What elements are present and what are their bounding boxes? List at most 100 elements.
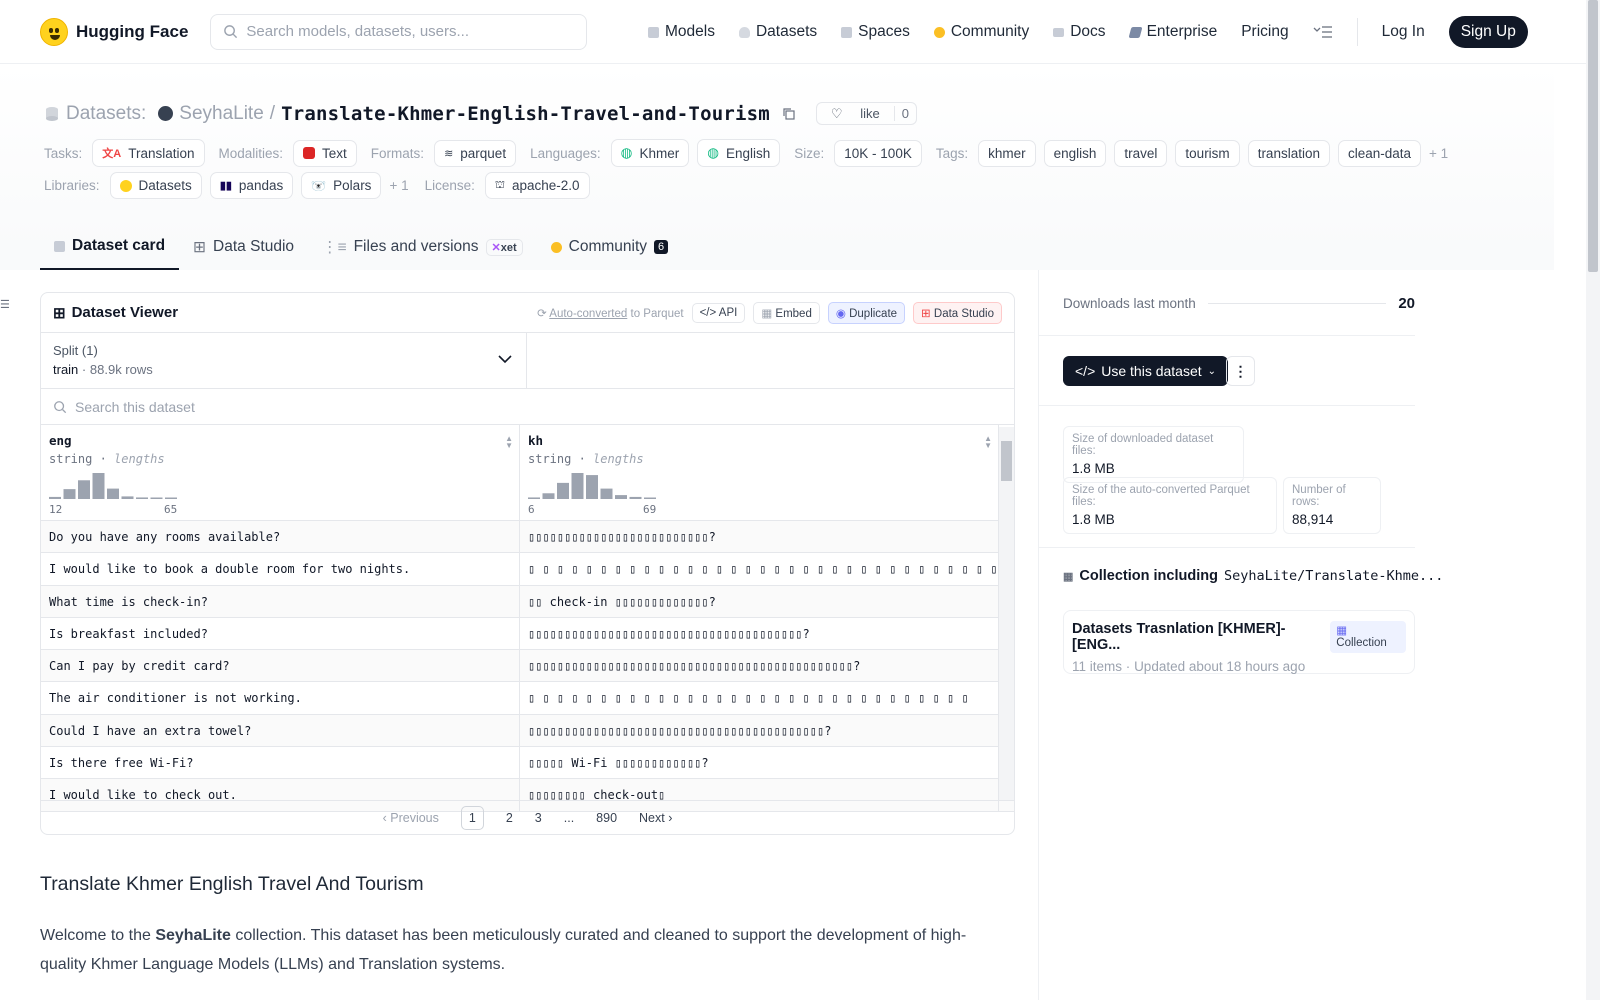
table-scrollbar[interactable]	[999, 427, 1014, 801]
tag-chip-translation[interactable]: translation	[1247, 139, 1330, 167]
nav-models[interactable]: Models	[648, 23, 715, 41]
login-button[interactable]: Log In	[1382, 23, 1425, 41]
table-row[interactable]: I would like to book a double room for t…	[41, 553, 1014, 586]
library-chip-polars[interactable]: 🐻‍❄ Polars	[301, 172, 382, 199]
format-chip-parquet[interactable]: ≋ parquet	[434, 139, 517, 167]
metadata-row-2: Libraries: Datasets ▮▮ pandas 🐻‍❄ Polars +…	[44, 172, 590, 199]
auto-converted-link[interactable]: ⟳ Auto-converted to Parquet	[537, 306, 683, 320]
tag-chip-english[interactable]: english	[1043, 139, 1107, 167]
tab-community[interactable]: Community 6	[537, 224, 683, 270]
breadcrumb-section[interactable]: Datasets:	[66, 103, 146, 125]
histogram-bar	[644, 497, 656, 499]
signup-button[interactable]: Sign Up	[1448, 16, 1528, 48]
next-page-button[interactable]: Next ›	[639, 811, 672, 825]
nav-enterprise[interactable]: Enterprise	[1128, 23, 1217, 41]
cell-kh[interactable]: ▯▯▯▯▯▯▯▯▯▯▯▯▯▯▯▯▯▯▯▯▯▯▯▯▯▯▯▯▯▯▯▯▯▯▯▯▯▯?	[520, 617, 999, 650]
task-chip-translation[interactable]: 文A Translation	[92, 139, 205, 167]
page-scroll-thumb[interactable]	[1588, 0, 1598, 272]
tag-chip-tourism[interactable]: tourism	[1175, 139, 1240, 167]
table-scroll-thumb[interactable]	[1001, 441, 1012, 481]
cell-kh[interactable]: ▯▯▯▯▯▯▯▯▯▯▯▯▯▯▯▯▯▯▯▯▯▯▯▯▯▯▯▯▯▯▯▯▯▯▯▯▯▯▯▯…	[520, 714, 999, 747]
sort-icon[interactable]: ▲ ▼	[984, 435, 992, 450]
column-header-kh[interactable]: kh string · lengths 6 69 ▲ ▼	[520, 425, 999, 520]
tab-files-and-versions[interactable]: ⋮≡ Files and versions ✕xet	[308, 224, 537, 270]
nav-community[interactable]: Community	[933, 23, 1029, 41]
page-1[interactable]: 1	[460, 805, 484, 830]
nav-datasets[interactable]: Datasets	[738, 23, 817, 41]
library-chip-datasets[interactable]: Datasets	[109, 172, 202, 199]
cell-kh[interactable]: ▯ ▯ ▯ ▯ ▯ ▯ ▯ ▯ ▯ ▯ ▯ ▯ ▯ ▯ ▯ ▯ ▯ ▯ ▯ ▯ …	[520, 553, 999, 585]
dataset-search[interactable]	[41, 389, 1014, 425]
copy-icon[interactable]	[782, 107, 796, 121]
nav-more-menu[interactable]	[1313, 25, 1333, 39]
like-button[interactable]: ♡ like 0	[815, 102, 917, 125]
code-icon: </>	[1075, 363, 1096, 379]
table-row[interactable]: Could I have an extra towel? ▯▯▯▯▯▯▯▯▯▯▯▯…	[41, 714, 1014, 748]
tag-chip-khmer[interactable]: khmer	[978, 139, 1036, 167]
cell-kh[interactable]: ▯▯ check-in ▯▯▯▯▯▯▯▯▯▯▯▯▯?	[520, 585, 999, 617]
global-search[interactable]	[210, 13, 588, 50]
split-name: train	[53, 362, 79, 377]
use-this-dataset-button[interactable]: </> Use this dataset ⌄	[1063, 356, 1229, 386]
duplicate-button[interactable]: ◉ Duplicate	[827, 301, 906, 324]
nav-pricing[interactable]: Pricing	[1241, 23, 1288, 41]
language-chip-khmer[interactable]: ◍ Khmer	[610, 139, 690, 167]
size-chip[interactable]: 10K - 100K	[834, 139, 922, 167]
library-chip-pandas[interactable]: ▮▮ pandas	[209, 172, 294, 199]
table-row[interactable]: Do you have any rooms available? ▯▯▯▯▯▯▯▯…	[41, 521, 1014, 554]
collection-card[interactable]: Datasets Trasnlation [KHMER]-[ENG... ▦ Co…	[1063, 610, 1415, 674]
cell-eng[interactable]: Could I have an extra towel?	[41, 714, 520, 747]
toc-toggle-icon[interactable]: ☰	[0, 298, 10, 311]
license-chip[interactable]: ⛫ apache-2.0	[484, 172, 590, 199]
table-row[interactable]: Is there free Wi-Fi? ▯▯▯▯▯ Wi-Fi ▯▯▯▯▯▯▯▯…	[41, 747, 1014, 780]
owner-link[interactable]: SeyhaLite	[179, 103, 264, 125]
cell-kh[interactable]: ▯▯▯▯▯ Wi-Fi ▯▯▯▯▯▯▯▯▯▯▯▯?	[520, 747, 999, 779]
page-2[interactable]: 2	[506, 811, 513, 825]
table-row[interactable]: The air conditioner is not working. ▯ ▯ ▯…	[41, 682, 1014, 715]
tag-chip-clean-data[interactable]: clean-data	[1337, 139, 1422, 167]
parquet-size-stat: Size of the auto-converted Parquet files…	[1063, 477, 1277, 534]
cell-kh[interactable]: ▯ ▯ ▯ ▯ ▯ ▯ ▯ ▯ ▯ ▯ ▯ ▯ ▯ ▯ ▯ ▯ ▯ ▯ ▯ ▯ …	[520, 682, 999, 714]
dataset-search-input[interactable]	[75, 398, 475, 415]
language-chip-english[interactable]: ◍ English	[697, 139, 781, 167]
tab-dataset-card[interactable]: Dataset card	[40, 224, 180, 270]
license-icon: ⛫	[494, 178, 505, 191]
page-3[interactable]: 3	[535, 811, 542, 825]
embed-button[interactable]: ▦ Embed	[753, 301, 820, 324]
libraries-more[interactable]: + 1	[389, 178, 408, 193]
cell-eng[interactable]: Is there free Wi-Fi?	[41, 747, 520, 779]
table-row[interactable]: Is breakfast included? ▯▯▯▯▯▯▯▯▯▯▯▯▯▯▯▯▯▯…	[41, 617, 1014, 651]
modality-chip-text[interactable]: Text	[293, 139, 357, 167]
cell-eng[interactable]: The air conditioner is not working.	[41, 682, 520, 714]
table-row[interactable]: What time is check-in? ▯▯ check-in ▯▯▯▯▯▯…	[41, 585, 1014, 618]
page-last[interactable]: 890	[596, 811, 617, 825]
sort-icon[interactable]: ▲ ▼	[505, 435, 513, 450]
cell-eng[interactable]: Can I pay by credit card?	[41, 650, 520, 682]
datasets-icon	[738, 26, 750, 38]
cell-eng[interactable]: Do you have any rooms available?	[41, 521, 520, 553]
translation-icon: 文A	[102, 148, 122, 160]
table-row[interactable]: Can I pay by credit card? ▯▯▯▯▯▯▯▯▯▯▯▯▯▯▯…	[41, 650, 1014, 683]
brand-logo[interactable]: Hugging Face	[40, 17, 188, 46]
nav-spaces[interactable]: Spaces	[841, 23, 910, 41]
cell-eng[interactable]: Is breakfast included?	[41, 617, 520, 650]
tag-chip-travel[interactable]: travel	[1114, 139, 1168, 167]
data-studio-button[interactable]: ⊞ Data Studio	[913, 301, 1002, 324]
tags-more[interactable]: + 1	[1429, 146, 1448, 161]
split-selector[interactable]: Split (1) train · 88.9k rows	[41, 333, 527, 388]
nav-docs[interactable]: Docs	[1053, 23, 1106, 41]
page-scrollbar[interactable]	[1586, 0, 1600, 1000]
global-search-input[interactable]	[246, 23, 567, 40]
collection-name-link[interactable]: SeyhaLite	[155, 927, 231, 944]
column-header-eng[interactable]: eng string · lengths 12 65 ▲ ▼	[41, 425, 520, 520]
cell-kh[interactable]: ▯▯▯▯▯▯▯▯▯▯▯▯▯▯▯▯▯▯▯▯▯▯▯▯▯▯▯▯▯▯▯▯▯▯▯▯▯▯▯▯…	[520, 650, 999, 682]
more-options-button[interactable]: ⋮	[1226, 356, 1255, 386]
cell-kh[interactable]: ▯▯▯▯▯▯▯▯▯▯▯▯▯▯▯▯▯▯▯▯▯▯▯▯▯?	[520, 521, 999, 553]
cell-eng[interactable]: What time is check-in?	[41, 585, 520, 617]
tab-data-studio[interactable]: ⊞ Data Studio	[179, 224, 308, 270]
api-button[interactable]: </> API	[691, 302, 746, 323]
repo-name[interactable]: Translate-Khmer-English-Travel-and-Touri…	[281, 103, 770, 125]
prev-page-button[interactable]: ‹ Previous	[383, 811, 439, 825]
length-histogram	[49, 473, 177, 499]
cell-eng[interactable]: I would like to book a double room for t…	[41, 553, 520, 585]
